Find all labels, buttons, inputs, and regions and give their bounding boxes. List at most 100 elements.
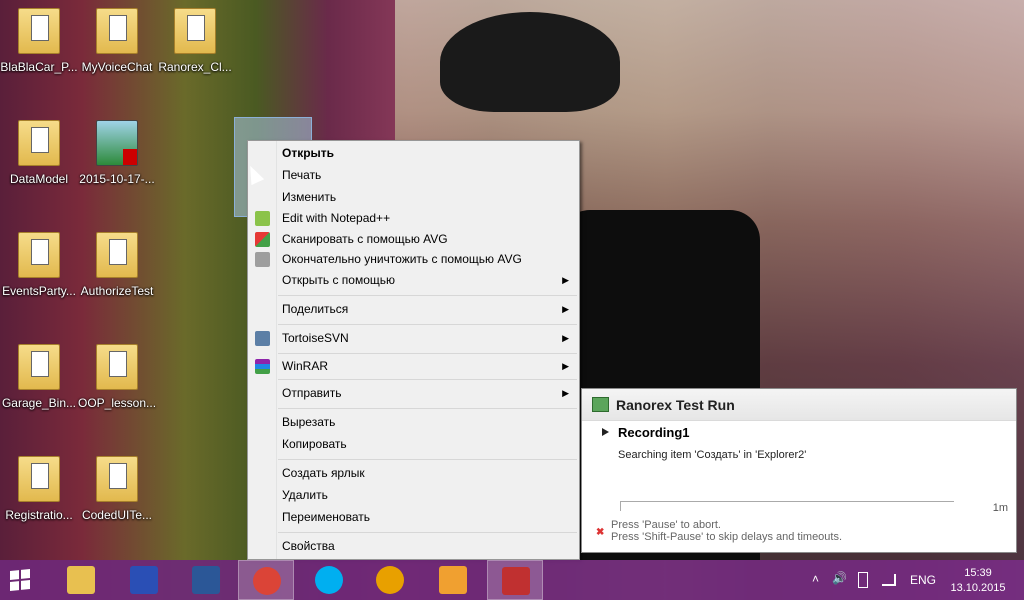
- ranorex-progress-bar: [620, 501, 954, 511]
- menu-item-label: TortoiseSVN: [282, 331, 349, 345]
- menu-item-open-with[interactable]: Открыть с помощью ▶: [248, 270, 579, 291]
- desktop-icon[interactable]: AuthorizeTest: [78, 232, 156, 298]
- tortoise-svn-icon: [255, 331, 270, 346]
- taskbar-app-fl-studio[interactable]: [425, 560, 481, 600]
- menu-item-copy[interactable]: Копировать: [248, 434, 579, 455]
- menu-item-avg-shredder[interactable]: Окончательно уничтожить с помощью AVG: [248, 249, 579, 270]
- menu-item-edit[interactable]: Изменить: [248, 187, 579, 208]
- taskbar-app-save[interactable]: [116, 560, 172, 600]
- desktop-icon[interactable]: CodedUITe...: [78, 456, 156, 522]
- folder-icon: [18, 8, 60, 54]
- taskbar-app-explorer[interactable]: [53, 560, 109, 600]
- language-indicator[interactable]: ENG: [910, 573, 936, 587]
- folder-icon: [18, 456, 60, 502]
- menu-item-label: Окончательно уничтожить с помощью AVG: [282, 252, 522, 266]
- ranorex-icon: [502, 567, 530, 595]
- battery-icon[interactable]: [858, 572, 868, 588]
- chevron-right-icon: ▶: [562, 333, 569, 343]
- taskbar-app-ranorex[interactable]: [487, 560, 543, 600]
- network-icon[interactable]: [882, 574, 896, 586]
- menu-item-label: Переименовать: [282, 510, 370, 524]
- menu-item-label: Сканировать с помощью AVG: [282, 232, 448, 246]
- skype-icon: [315, 566, 343, 594]
- ranorex-eta: 1m: [992, 502, 1008, 514]
- taskbar-app-word[interactable]: [178, 560, 234, 600]
- chevron-right-icon: ▶: [562, 275, 569, 285]
- desktop-icon-label: AuthorizeTest: [80, 284, 154, 298]
- taskbar-app-aimp[interactable]: [362, 560, 418, 600]
- desktop-icon-label: 2015-10-17-...: [79, 172, 155, 186]
- taskbar-app-chrome[interactable]: [238, 560, 294, 600]
- menu-separator: [278, 459, 577, 460]
- play-icon: [602, 428, 609, 436]
- menu-item-properties[interactable]: Свойства: [248, 536, 579, 557]
- menu-item-rename[interactable]: Переименовать: [248, 507, 579, 528]
- volume-icon[interactable]: 🔊: [832, 571, 847, 585]
- context-menu: Открыть Печать Изменить Edit with Notepa…: [247, 140, 580, 560]
- menu-item-send-to[interactable]: Отправить ▶: [248, 383, 579, 404]
- desktop-icon-label: EventsParty...: [2, 284, 76, 298]
- desktop-icon[interactable]: 2015-10-17-...: [78, 120, 156, 186]
- menu-item-label: Изменить: [282, 190, 337, 204]
- hint-line-2: Press 'Shift-Pause' to skip delays and t…: [611, 531, 843, 543]
- menu-item-delete[interactable]: Удалить: [248, 485, 579, 506]
- desktop-icon[interactable]: BlaBlaCar_P...: [0, 8, 78, 74]
- chevron-right-icon: ▶: [562, 304, 569, 314]
- tray-chevron-icon[interactable]: ˄: [812, 572, 819, 586]
- desktop-icon[interactable]: OOP_lesson...: [78, 344, 156, 410]
- folder-icon: [18, 232, 60, 278]
- taskbar-app-skype[interactable]: [301, 560, 357, 600]
- menu-separator: [278, 408, 577, 409]
- fl-studio-icon: [439, 566, 467, 594]
- menu-separator: [278, 324, 577, 325]
- desktop-icon[interactable]: EventsParty...: [0, 232, 78, 298]
- folder-icon: [96, 344, 138, 390]
- clock[interactable]: 15:39 13.10.2015: [948, 566, 1008, 596]
- floppy-icon: [130, 566, 158, 594]
- desktop-icon[interactable]: Garage_Bin...: [0, 344, 78, 410]
- menu-separator: [278, 295, 577, 296]
- pdf-icon: [96, 120, 138, 166]
- folder-icon: [96, 8, 138, 54]
- folder-icon: [18, 120, 60, 166]
- notepad-plus-icon: [255, 211, 270, 226]
- menu-separator: [278, 353, 577, 354]
- desktop-icon-label: Ranorex_Cl...: [158, 60, 232, 74]
- folder-icon: [96, 232, 138, 278]
- menu-item-cut[interactable]: Вырезать: [248, 412, 579, 433]
- chevron-right-icon: ▶: [562, 388, 569, 398]
- menu-item-winrar[interactable]: WinRAR ▶: [248, 356, 579, 377]
- clock-time: 15:39: [964, 567, 992, 579]
- menu-item-label: Вырезать: [282, 415, 336, 429]
- abort-icon[interactable]: ✖: [596, 527, 604, 538]
- desktop-icon-label: BlaBlaCar_P...: [0, 60, 78, 74]
- start-button[interactable]: [0, 560, 56, 600]
- menu-item-label: Печать: [282, 168, 322, 182]
- desktop-icon[interactable]: DataModel: [0, 120, 78, 186]
- menu-item-avg-scan[interactable]: Сканировать с помощью AVG: [248, 229, 579, 250]
- chrome-icon: [253, 567, 281, 595]
- menu-item-label: Создать ярлык: [282, 466, 365, 480]
- menu-item-print[interactable]: Печать: [248, 165, 579, 186]
- desktop-icon[interactable]: Ranorex_Cl...: [156, 8, 234, 74]
- wallpaper-hat: [440, 12, 620, 112]
- desktop-icon[interactable]: Registratio...: [0, 456, 78, 522]
- menu-item-label: Edit with Notepad++: [282, 211, 391, 225]
- menu-item-label: Копировать: [282, 437, 347, 451]
- clock-date: 13.10.2015: [950, 582, 1006, 594]
- menu-item-create-shortcut[interactable]: Создать ярлык: [248, 463, 579, 484]
- menu-separator: [278, 532, 577, 533]
- menu-item-open[interactable]: Открыть: [248, 143, 579, 164]
- menu-item-label: Поделиться: [282, 302, 349, 316]
- menu-item-label: Отправить: [282, 386, 342, 400]
- menu-item-share[interactable]: Поделиться ▶: [248, 299, 579, 320]
- desktop-icon-label: Garage_Bin...: [1, 396, 77, 410]
- ranorex-hint: Press 'Pause' to abort. Press 'Shift-Pau…: [611, 519, 842, 543]
- menu-item-tortoise-svn[interactable]: TortoiseSVN ▶: [248, 328, 579, 349]
- menu-item-notepad-plus[interactable]: Edit with Notepad++: [248, 208, 579, 229]
- word-icon: [192, 566, 220, 594]
- desktop-icon-label: CodedUITe...: [81, 508, 153, 522]
- desktop-icon[interactable]: MyVoiceChat: [78, 8, 156, 74]
- ranorex-logo-icon: [592, 397, 609, 412]
- hint-line-1: Press 'Pause' to abort.: [611, 519, 721, 531]
